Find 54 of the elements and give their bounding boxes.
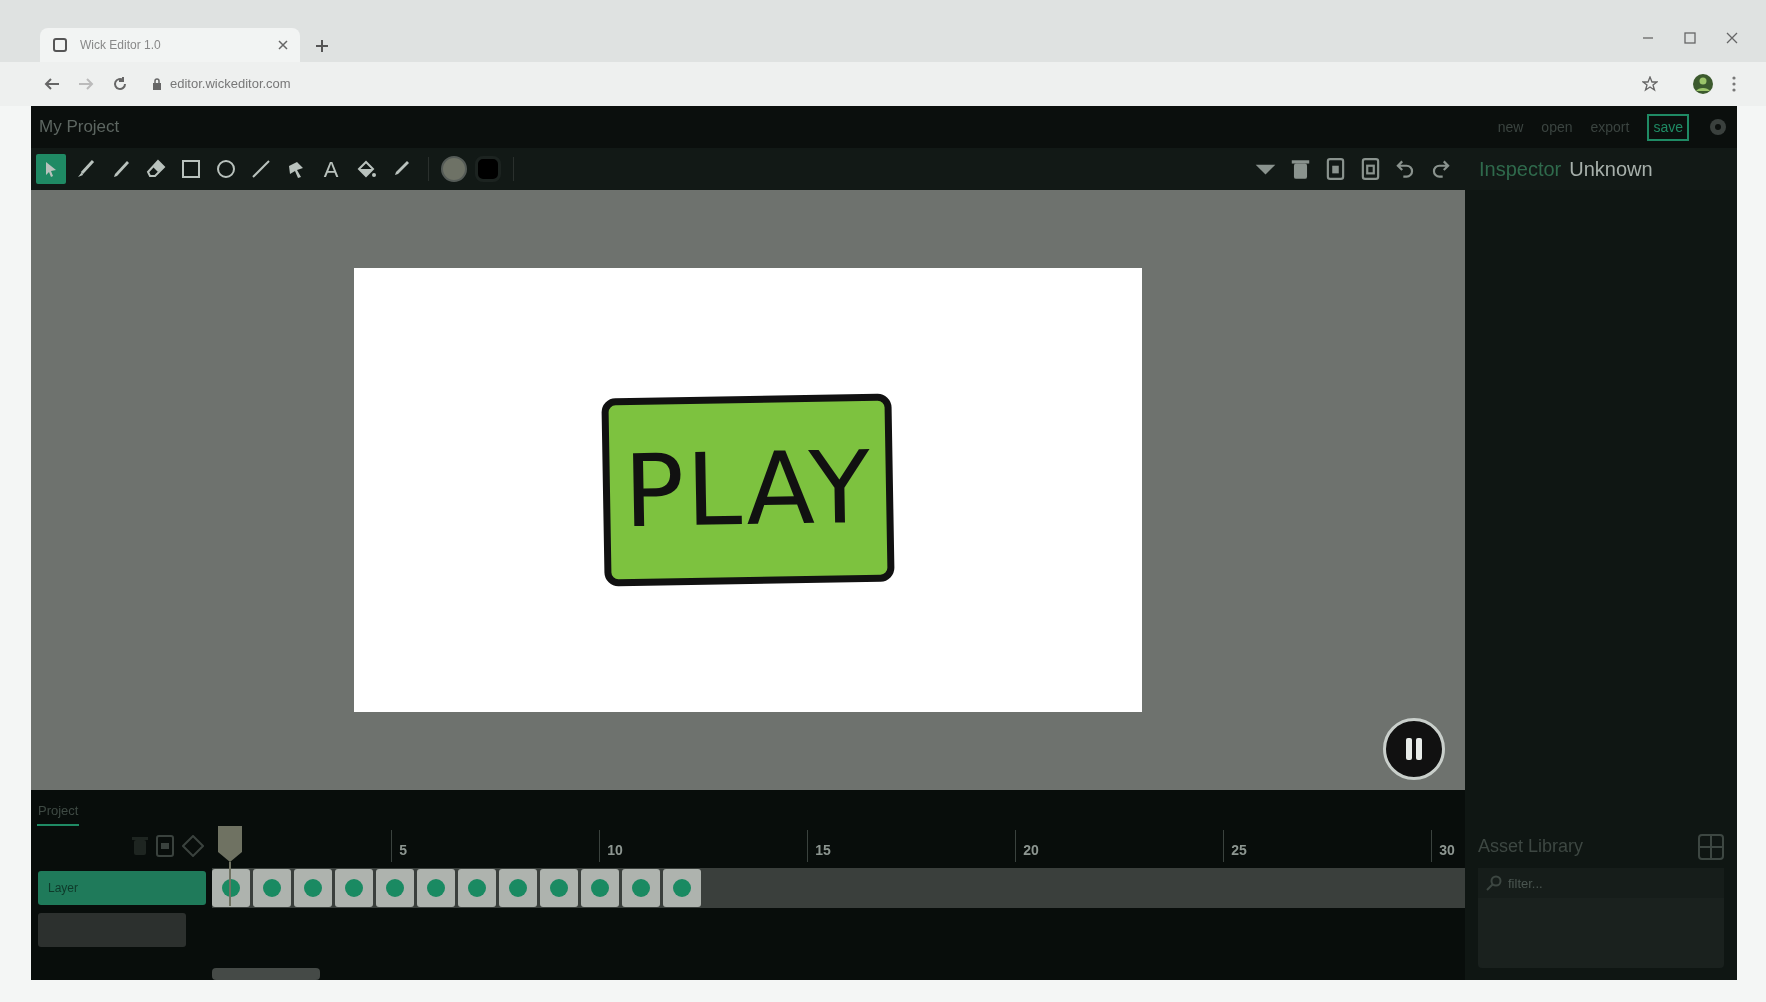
tab-title: Wick Editor 1.0 bbox=[80, 37, 162, 54]
address-bar[interactable]: editor.wickeditor.com bbox=[170, 74, 1624, 94]
filter-field[interactable]: filter... bbox=[1478, 868, 1724, 898]
keyframe[interactable] bbox=[499, 869, 537, 907]
timeline-tab[interactable]: Project bbox=[37, 800, 80, 826]
keyframe[interactable] bbox=[335, 869, 373, 907]
avatar-icon[interactable] bbox=[1692, 73, 1714, 95]
new-tab-icon[interactable] bbox=[316, 40, 328, 52]
frame-number: 25 bbox=[1231, 841, 1247, 860]
playhead[interactable] bbox=[216, 826, 244, 906]
star-icon[interactable] bbox=[1642, 76, 1658, 92]
keyframe[interactable] bbox=[622, 869, 660, 907]
keyframe[interactable] bbox=[458, 869, 496, 907]
keyframe[interactable] bbox=[417, 869, 455, 907]
layer-button[interactable]: Layer bbox=[38, 871, 206, 905]
stroke-color-swatch[interactable] bbox=[475, 156, 501, 182]
eraser-icon bbox=[145, 158, 167, 180]
back-icon[interactable] bbox=[44, 76, 60, 92]
line-icon bbox=[250, 158, 272, 180]
ellipse-icon bbox=[215, 158, 237, 180]
close-icon[interactable] bbox=[1726, 32, 1738, 44]
select-tool[interactable] bbox=[36, 154, 66, 184]
play-text: PLAY bbox=[623, 437, 873, 543]
project-title[interactable]: My Project bbox=[39, 114, 1480, 140]
frame-number: 30 bbox=[1439, 841, 1455, 860]
text-tool[interactable]: A bbox=[316, 154, 346, 184]
frame-number: 15 bbox=[815, 841, 831, 860]
maximize-icon[interactable] bbox=[1684, 32, 1696, 44]
search-icon bbox=[1486, 875, 1502, 891]
keyframe[interactable] bbox=[294, 869, 332, 907]
save-button[interactable]: save bbox=[1647, 113, 1689, 141]
keyframe[interactable] bbox=[663, 869, 701, 907]
browser-tab[interactable]: Wick Editor 1.0 bbox=[40, 28, 300, 62]
paint-bucket-icon bbox=[355, 158, 377, 180]
menu-icon[interactable] bbox=[1732, 76, 1736, 92]
frame-number: 10 bbox=[607, 841, 623, 860]
keyframe[interactable] bbox=[376, 869, 414, 907]
reload-icon[interactable] bbox=[112, 76, 128, 92]
keyframe[interactable] bbox=[253, 869, 291, 907]
add-asset-icon[interactable] bbox=[1698, 833, 1724, 860]
inspector-value: Unknown bbox=[1569, 157, 1653, 182]
page-icon bbox=[52, 37, 68, 53]
keyframe[interactable] bbox=[581, 869, 619, 907]
pause-icon bbox=[1404, 737, 1424, 761]
timeline-scrollbar[interactable] bbox=[212, 968, 320, 980]
lock-icon bbox=[152, 78, 162, 90]
frame-number: 20 bbox=[1023, 841, 1039, 860]
keyframe[interactable] bbox=[540, 869, 578, 907]
rectangle-icon bbox=[180, 158, 202, 180]
close-icon[interactable] bbox=[278, 40, 288, 50]
frame-number: 5 bbox=[399, 841, 407, 860]
inspector-label: Inspector bbox=[1479, 157, 1562, 182]
brush-icon bbox=[75, 158, 97, 180]
fill-color-swatch[interactable] bbox=[441, 156, 467, 182]
